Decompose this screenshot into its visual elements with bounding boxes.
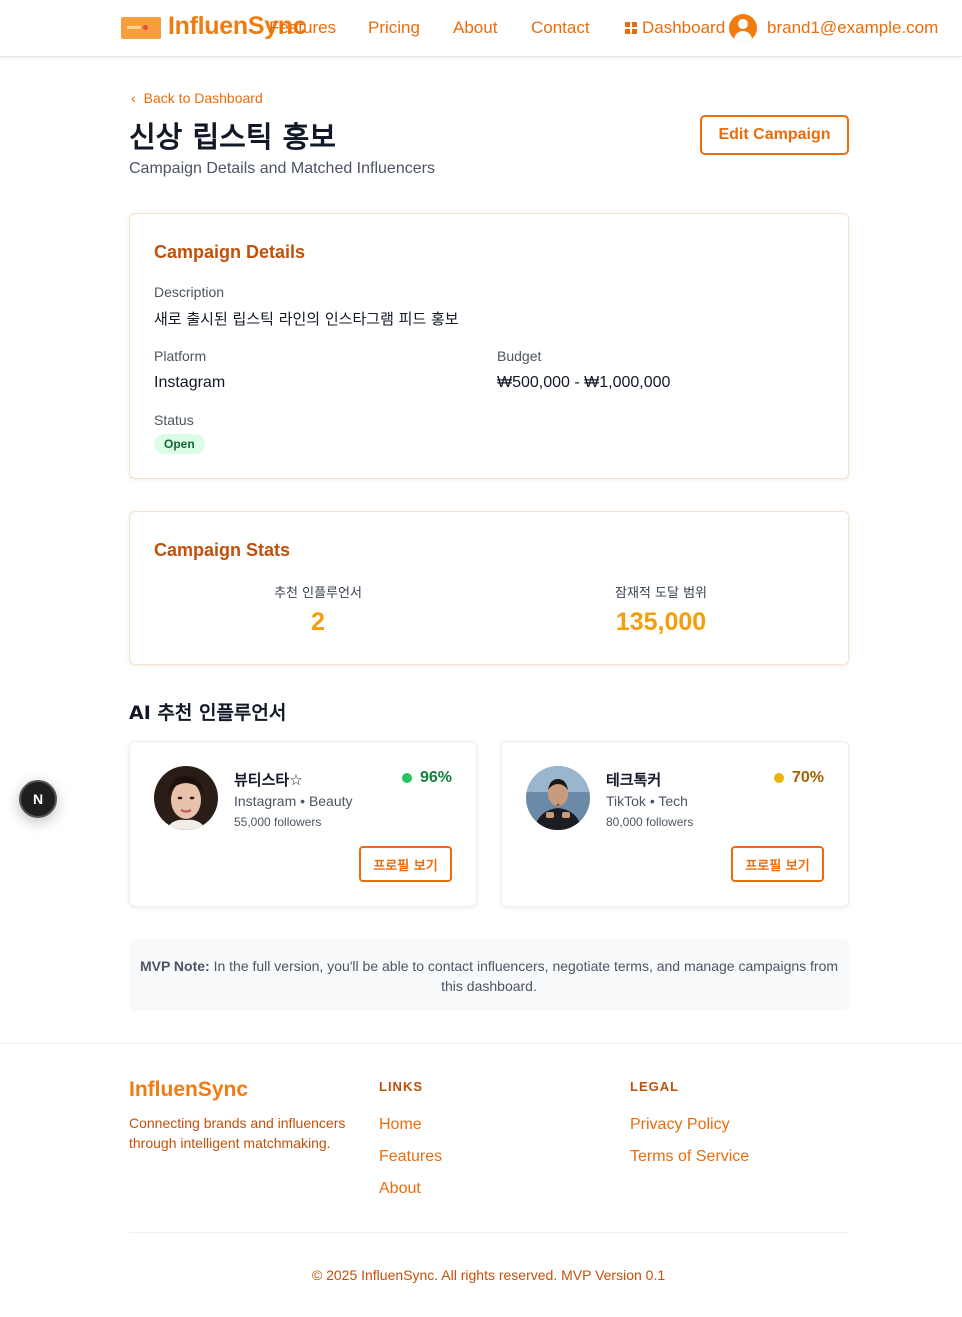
nav-about[interactable]: About: [453, 18, 497, 38]
nav-contact[interactable]: Contact: [531, 18, 590, 38]
status-label: Status: [154, 412, 194, 428]
influencer-card: 뷰티스타☆ 96% Instagram • Beauty 55,000 foll…: [129, 741, 477, 907]
budget-label: Budget: [497, 348, 542, 364]
footer-link-home[interactable]: Home: [379, 1116, 422, 1134]
footer-divider: [129, 1232, 849, 1233]
chevron-left-icon: ‹: [131, 90, 136, 106]
footer-link-privacy[interactable]: Privacy Policy: [630, 1116, 730, 1134]
platform-label: Platform: [154, 348, 207, 364]
influencer-card: 테크톡커 70% TikTok • Tech 80,000 followers …: [501, 741, 849, 907]
nextjs-dev-badge-icon[interactable]: N: [19, 780, 57, 818]
platform-value: Instagram: [154, 374, 226, 391]
match-score-value: 70%: [791, 769, 824, 786]
nav-features[interactable]: Features: [269, 18, 336, 38]
nav-pricing[interactable]: Pricing: [368, 18, 420, 38]
user-avatar-icon[interactable]: [729, 14, 757, 42]
top-navbar: InfluenSync Features Pricing About Conta…: [0, 0, 962, 57]
campaign-details-card: Campaign Details Description 새로 출시된 립스틱 …: [129, 213, 849, 479]
footer-link-about[interactable]: About: [379, 1180, 421, 1198]
footer-tagline: Connecting brands and influencers throug…: [129, 1115, 346, 1151]
campaign-stats-card: Campaign Stats 추천 인플루언서 2 잠재적 도달 범위 135,…: [129, 511, 849, 665]
brand-logo-image[interactable]: [121, 17, 161, 39]
match-score: 70%: [773, 769, 824, 787]
influencer-platform: Instagram: [234, 793, 297, 809]
mvp-note: MVP Note: In the full version, you'll be…: [129, 939, 849, 1011]
influencer-followers: 55,000 followers: [234, 815, 322, 829]
influencer-category: Beauty: [308, 793, 353, 809]
dashboard-grid-icon: [625, 22, 637, 34]
ai-recommended-title: AI 추천 인플루언서: [129, 702, 287, 724]
footer-links-heading: LINKS: [379, 1079, 423, 1094]
influencer-followers: 80,000 followers: [606, 815, 694, 829]
campaign-stats-title: Campaign Stats: [154, 540, 291, 560]
recommended-influencers-label: 추천 인플루언서: [274, 586, 362, 601]
match-score-value: 96%: [419, 769, 452, 786]
description-label: Description: [154, 284, 225, 300]
status-badge: Open: [154, 434, 205, 454]
influencer-platform: TikTok: [606, 793, 646, 809]
match-status-dot-icon: [773, 773, 784, 783]
budget-value: ₩500,000 - ₩1,000,000: [497, 374, 671, 391]
page-subtitle: Campaign Details and Matched Influencers: [129, 160, 435, 177]
influencer-name: 뷰티스타☆: [234, 771, 303, 789]
nav-dashboard-label: Dashboard: [642, 18, 726, 37]
influencer-avatar[interactable]: [154, 766, 218, 830]
footer-link-terms[interactable]: Terms of Service: [630, 1148, 749, 1166]
footer-brand[interactable]: InfluenSync: [129, 1078, 248, 1102]
footer-legal-heading: LEGAL: [630, 1079, 680, 1094]
influencer-avatar[interactable]: [526, 766, 590, 830]
footer: InfluenSync Connecting brands and influe…: [0, 1043, 962, 1317]
potential-reach-label: 잠재적 도달 범위: [615, 586, 707, 601]
separator-dot: •: [300, 793, 309, 809]
potential-reach-value: 135,000: [615, 608, 707, 636]
match-status-dot-icon: [401, 773, 412, 783]
page-title: 신상 립스틱 홍보: [129, 120, 336, 154]
description-value: 새로 출시된 립스틱 라인의 인스타그램 피드 홍보: [154, 310, 459, 328]
influencer-platform-category: TikTok • Tech: [606, 793, 688, 809]
campaign-details-title: Campaign Details: [154, 242, 306, 262]
mvp-note-label: MVP Note:: [139, 958, 210, 974]
footer-link-features[interactable]: Features: [379, 1148, 442, 1166]
view-profile-button[interactable]: 프로필 보기: [359, 846, 452, 882]
influencer-category: Tech: [658, 793, 688, 809]
view-profile-button[interactable]: 프로필 보기: [731, 846, 824, 882]
mvp-note-text: In the full version, you'll be able to c…: [213, 958, 839, 994]
influencer-platform-category: Instagram • Beauty: [234, 793, 353, 809]
influencer-name: 테크톡커: [606, 771, 662, 789]
edit-campaign-button[interactable]: Edit Campaign: [700, 115, 849, 155]
recommended-influencers-value: 2: [311, 608, 325, 636]
back-to-dashboard-link[interactable]: ‹ Back to Dashboard: [131, 90, 263, 106]
back-link-label: Back to Dashboard: [143, 90, 263, 106]
nav-dashboard[interactable]: Dashboard: [625, 18, 725, 38]
footer-copyright: © 2025 InfluenSync. All rights reserved.…: [311, 1267, 666, 1283]
match-score: 96%: [401, 769, 452, 787]
user-email[interactable]: brand1@example.com: [767, 18, 938, 38]
